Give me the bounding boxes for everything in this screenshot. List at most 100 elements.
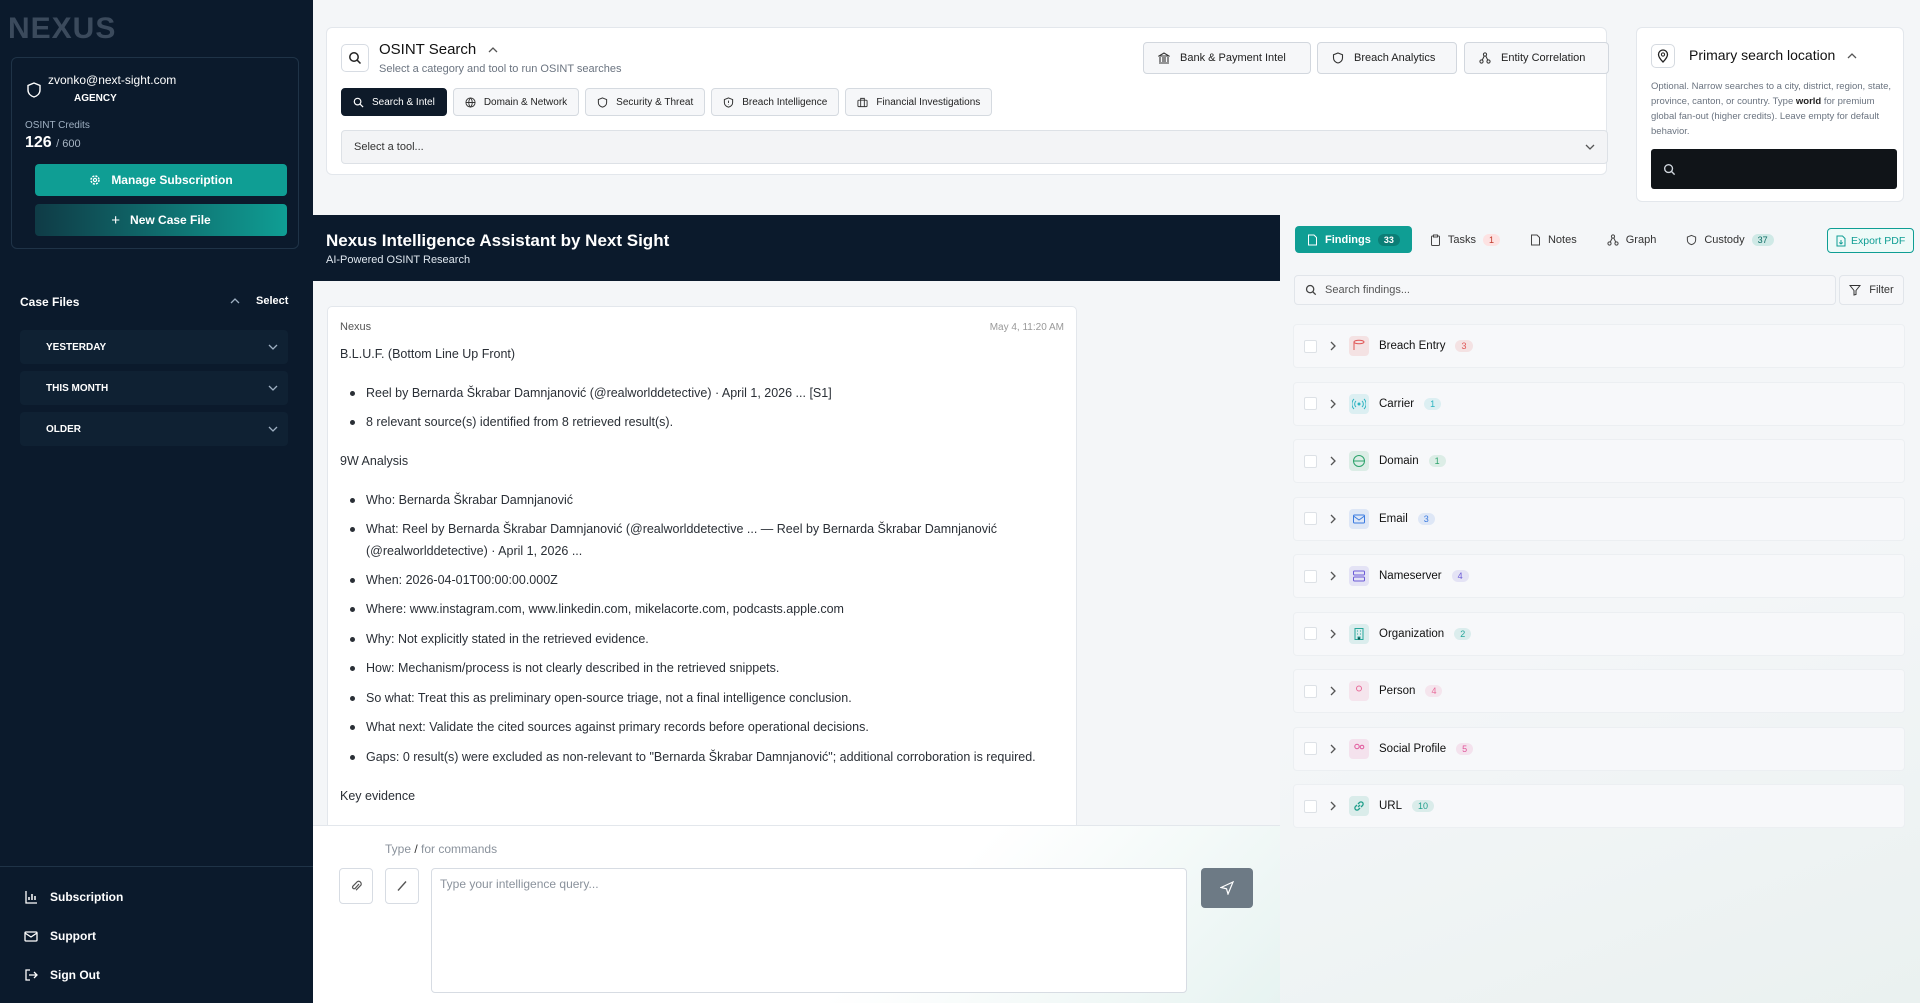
finding-group-label: Breach Entry bbox=[1379, 340, 1446, 352]
mail-icon bbox=[24, 931, 38, 942]
export-pdf-button[interactable]: Export PDF bbox=[1827, 228, 1915, 253]
chevron-right-icon[interactable] bbox=[1327, 514, 1339, 524]
plus-icon: + bbox=[111, 211, 121, 229]
row-checkbox[interactable] bbox=[1304, 339, 1317, 353]
bluf-item: 8 relevant source(s) identified from 8 r… bbox=[350, 411, 1066, 433]
findings-search-input[interactable]: Search findings... bbox=[1294, 275, 1836, 305]
case-group-label: OLDER bbox=[46, 423, 81, 435]
carrier-icon bbox=[1349, 393, 1369, 414]
osint-search-title[interactable]: OSINT Search bbox=[379, 41, 498, 58]
case-group-older[interactable]: OLDER bbox=[20, 412, 288, 446]
credits-value: 126 / 600 bbox=[25, 134, 81, 152]
primary-search-location-card: Primary search location Optional. Narrow… bbox=[1636, 27, 1904, 202]
tab-label: Domain & Network bbox=[483, 96, 568, 108]
finding-group-row[interactable]: Social Profile 5 bbox=[1293, 726, 1905, 771]
analysis-item: Gaps: 0 result(s) were excluded as non-r… bbox=[350, 746, 1086, 768]
sidebar-item-subscription[interactable]: Subscription bbox=[24, 890, 123, 904]
case-group-this-month[interactable]: THIS MONTH bbox=[20, 371, 288, 405]
row-checkbox[interactable] bbox=[1304, 397, 1317, 410]
chevron-right-icon[interactable] bbox=[1327, 744, 1339, 754]
attach-button[interactable] bbox=[339, 868, 373, 904]
new-case-file-label: New Case File bbox=[130, 213, 211, 227]
tool-select-placeholder: Select a tool... bbox=[354, 141, 424, 153]
bank-payment-intel-button[interactable]: Bank & Payment Intel bbox=[1143, 42, 1311, 74]
row-checkbox[interactable] bbox=[1304, 569, 1317, 583]
finding-group-row[interactable]: Nameserver 4 bbox=[1293, 554, 1905, 598]
clipboard-icon bbox=[1430, 234, 1440, 246]
finding-group-row[interactable]: Organization 2 bbox=[1293, 611, 1905, 656]
manage-subscription-button[interactable]: Manage Subscription bbox=[35, 164, 287, 196]
credits-label: OSINT Credits bbox=[25, 120, 90, 131]
tab-security-threat[interactable]: Security & Threat bbox=[585, 88, 706, 116]
export-pdf-label: Export PDF bbox=[1851, 234, 1906, 247]
row-checkbox[interactable] bbox=[1304, 742, 1317, 755]
chevron-up-icon[interactable] bbox=[230, 297, 240, 305]
chat-messages[interactable]: Nexus May 4, 11:20 AM B.L.U.F. (Bottom L… bbox=[313, 281, 1280, 825]
finding-group-row[interactable]: Email 3 bbox=[1293, 496, 1905, 541]
finding-group-row[interactable]: Domain 1 bbox=[1293, 439, 1905, 483]
chat-composer: Type / for commands Type your intelligen… bbox=[313, 825, 1280, 1003]
sidebar-item-support[interactable]: Support bbox=[24, 929, 96, 943]
location-input[interactable] bbox=[1651, 149, 1897, 189]
tab-label: Custody bbox=[1704, 233, 1745, 246]
sidebar: NEXUS zvonko@next-sight.com AGENCY OSINT… bbox=[0, 0, 313, 1003]
tab-notes[interactable]: Notes bbox=[1518, 226, 1589, 253]
chevron-right-icon[interactable] bbox=[1327, 801, 1339, 811]
chevron-right-icon[interactable] bbox=[1327, 686, 1339, 696]
tab-domain-network[interactable]: Domain & Network bbox=[452, 88, 580, 116]
subscription-label: Subscription bbox=[50, 890, 124, 904]
breach-analytics-button[interactable]: Breach Analytics bbox=[1317, 42, 1457, 74]
chevron-right-icon[interactable] bbox=[1327, 456, 1339, 466]
row-checkbox[interactable] bbox=[1304, 799, 1317, 813]
sidebar-divider bbox=[0, 866, 313, 867]
tab-label: Breach Intelligence bbox=[742, 96, 828, 108]
tool-select[interactable]: Select a tool... bbox=[341, 130, 1608, 164]
tab-findings[interactable]: Findings 33 bbox=[1295, 226, 1412, 253]
osint-search-subtitle: Select a category and tool to run OSINT … bbox=[379, 63, 622, 75]
row-checkbox[interactable] bbox=[1304, 627, 1317, 640]
file-icon bbox=[1308, 234, 1317, 245]
location-title[interactable]: Primary search location bbox=[1689, 47, 1857, 63]
select-button[interactable]: Select bbox=[256, 295, 288, 307]
tab-tasks[interactable]: Tasks 1 bbox=[1418, 226, 1512, 253]
row-checkbox[interactable] bbox=[1304, 454, 1317, 468]
chevron-right-icon[interactable] bbox=[1327, 571, 1339, 581]
tab-breach-intelligence[interactable]: Breach Intelligence bbox=[711, 88, 840, 116]
filter-icon bbox=[1849, 285, 1862, 296]
chevron-right-icon[interactable] bbox=[1327, 341, 1339, 351]
finding-group-row[interactable]: URL 10 bbox=[1293, 784, 1905, 828]
case-files-title: Case Files bbox=[20, 295, 80, 309]
tab-label: Notes bbox=[1547, 233, 1577, 246]
shield-icon bbox=[27, 82, 41, 98]
command-button[interactable] bbox=[385, 868, 419, 904]
file-download-icon bbox=[1836, 235, 1846, 246]
query-input[interactable]: Type your intelligence query... bbox=[431, 868, 1187, 993]
row-checkbox[interactable] bbox=[1304, 684, 1317, 698]
chat-subtitle: AI-Powered OSINT Research bbox=[326, 254, 471, 266]
search-icon bbox=[1663, 163, 1676, 175]
finding-group-row[interactable]: Person 4 bbox=[1293, 669, 1905, 713]
finding-group-row[interactable]: Breach Entry 3 bbox=[1293, 324, 1905, 368]
tab-search-intel[interactable]: Search & Intel bbox=[341, 88, 447, 116]
row-checkbox[interactable] bbox=[1304, 512, 1317, 525]
tab-graph[interactable]: Graph bbox=[1595, 226, 1669, 253]
finding-group-count: 10 bbox=[1412, 800, 1435, 812]
findings-tabs: Findings 33 Tasks 1 Notes Graph Custody … bbox=[1295, 226, 1786, 253]
finding-group-label: Social Profile bbox=[1379, 742, 1447, 755]
filter-button[interactable]: Filter bbox=[1839, 275, 1904, 305]
findings-search-placeholder: Search findings... bbox=[1325, 284, 1410, 296]
tab-custody[interactable]: Custody 37 bbox=[1674, 226, 1785, 253]
chevron-right-icon[interactable] bbox=[1327, 399, 1339, 409]
chevron-down-icon bbox=[268, 385, 278, 391]
send-button[interactable] bbox=[1201, 868, 1253, 908]
query-placeholder: Type your intelligence query... bbox=[440, 877, 599, 891]
finding-group-row[interactable]: Carrier 1 bbox=[1293, 381, 1905, 426]
entity-correlation-button[interactable]: Entity Correlation bbox=[1464, 42, 1609, 74]
new-case-file-button[interactable]: + New Case File bbox=[35, 204, 287, 236]
tab-financial-investigations[interactable]: Financial Investigations bbox=[845, 88, 993, 116]
globe-icon bbox=[465, 96, 476, 108]
case-group-yesterday[interactable]: YESTERDAY bbox=[20, 330, 288, 364]
chevron-right-icon[interactable] bbox=[1327, 629, 1339, 639]
sidebar-item-sign-out[interactable]: Sign Out bbox=[24, 968, 100, 982]
tab-count: 33 bbox=[1377, 233, 1400, 246]
